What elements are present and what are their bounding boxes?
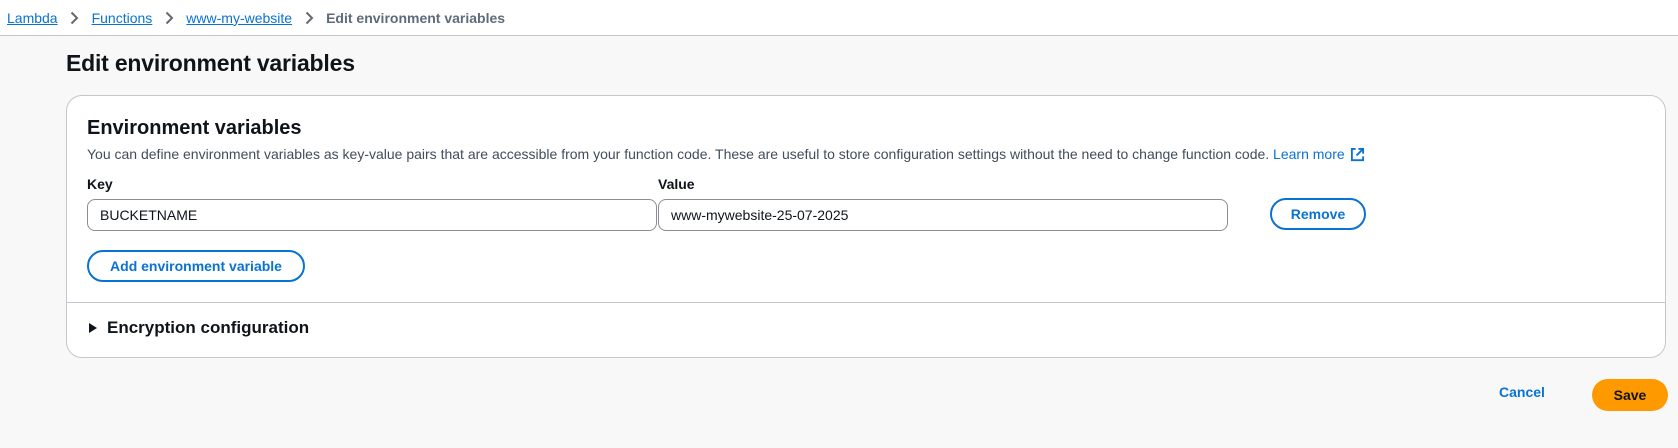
remove-button[interactable]: Remove — [1270, 198, 1366, 230]
key-label: Key — [87, 176, 113, 192]
chevron-right-icon — [152, 8, 186, 28]
external-link-icon — [1350, 147, 1364, 162]
caret-right-icon — [89, 323, 97, 333]
panel-header: Environment variables You can define env… — [87, 116, 1365, 163]
learn-more-label: Learn more — [1273, 146, 1345, 162]
breadcrumb-link-functions[interactable]: Functions — [92, 10, 153, 26]
encryption-configuration-label: Encryption configuration — [107, 318, 310, 337]
learn-more-link[interactable]: Learn more — [1273, 146, 1365, 162]
save-button[interactable]: Save — [1592, 379, 1668, 411]
environment-variables-panel: Environment variables You can define env… — [66, 95, 1666, 358]
chevron-right-icon — [58, 8, 92, 28]
panel-description: You can define environment variables as … — [87, 145, 1365, 163]
breadcrumb: Lambda Functions www-my-website Edit env… — [0, 0, 1678, 36]
chevron-right-icon — [292, 8, 326, 28]
value-input[interactable] — [658, 199, 1228, 231]
key-input[interactable] — [87, 199, 657, 231]
breadcrumb-current: Edit environment variables — [326, 9, 506, 26]
value-label: Value — [658, 176, 695, 192]
page-title: Edit environment variables — [66, 50, 355, 76]
encryption-configuration-expander[interactable]: Encryption configuration — [87, 318, 309, 338]
panel-divider — [67, 302, 1665, 303]
breadcrumb-link-lambda[interactable]: Lambda — [7, 10, 58, 26]
breadcrumb-link-function[interactable]: www-my-website — [186, 10, 292, 26]
cancel-button[interactable]: Cancel — [1488, 376, 1556, 408]
panel-title: Environment variables — [87, 117, 302, 139]
add-environment-variable-button[interactable]: Add environment variable — [87, 250, 305, 282]
description-text: You can define environment variables as … — [87, 146, 1270, 162]
